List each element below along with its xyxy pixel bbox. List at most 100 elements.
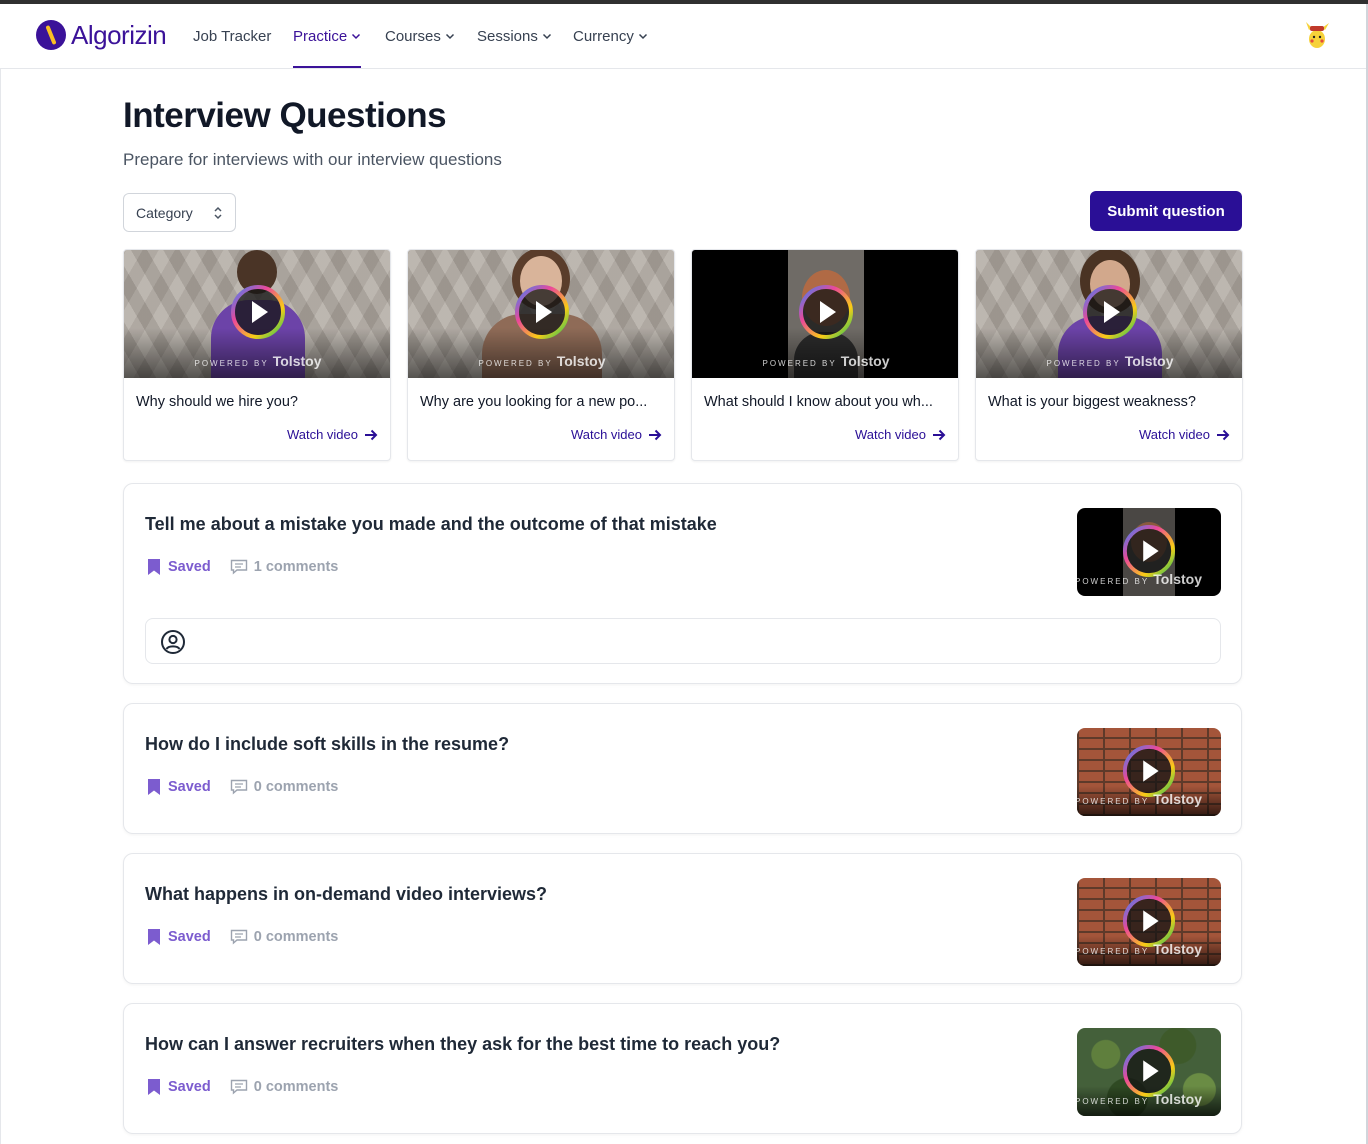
- chevron-down-icon: [445, 33, 454, 40]
- category-select-label: Category: [136, 204, 193, 221]
- question-video-thumbnail[interactable]: POWERED BY Tolstoy: [1077, 878, 1221, 966]
- comments-label: 1 comments: [253, 559, 339, 575]
- page-subtitle: Prepare for interviews with our intervie…: [123, 150, 502, 169]
- comment-icon: [230, 559, 247, 575]
- question-card[interactable]: How do I include soft skills in the resu…: [123, 703, 1242, 834]
- powered-by-watermark: POWERED BY Tolstoy: [1077, 941, 1202, 957]
- pikachu-avatar-icon[interactable]: [1302, 20, 1332, 50]
- play-icon[interactable]: [1082, 284, 1138, 340]
- watch-video-link[interactable]: Watch video: [855, 427, 946, 442]
- chevron-down-icon: [352, 33, 361, 40]
- window-left-edge: [0, 4, 1, 1144]
- powered-by-watermark: POWERED BY Tolstoy: [1077, 791, 1202, 807]
- logo[interactable]: Algorizin: [36, 18, 167, 52]
- play-icon[interactable]: [1122, 894, 1176, 948]
- comment-input[interactable]: [145, 618, 1221, 664]
- question-meta: Saved 1 comments: [146, 558, 338, 576]
- question-title[interactable]: How do I include soft skills in the resu…: [145, 734, 509, 755]
- watch-video-link[interactable]: Watch video: [1139, 427, 1230, 442]
- arrow-right-icon: [933, 429, 946, 440]
- question-title[interactable]: How can I answer recruiters when they as…: [145, 1034, 780, 1055]
- video-card[interactable]: POWERED BY Tolstoy Why are you looking fo…: [407, 249, 675, 461]
- comments-button[interactable]: 0 comments: [230, 779, 339, 795]
- watch-video-link[interactable]: Watch video: [571, 427, 662, 442]
- video-card[interactable]: POWERED BY Tolstoy What should I know abo…: [691, 249, 959, 461]
- page-title: Interview Questions: [123, 96, 447, 135]
- powered-by-watermark: POWERED BY Tolstoy: [1046, 353, 1174, 369]
- video-card-title: What is your biggest weakness?: [988, 394, 1196, 410]
- play-icon[interactable]: [1122, 1044, 1176, 1098]
- question-video-thumbnail[interactable]: POWERED BY Tolstoy: [1077, 728, 1221, 816]
- saved-button[interactable]: Saved: [146, 928, 211, 946]
- saved-label: Saved: [168, 929, 211, 945]
- play-icon[interactable]: [230, 284, 286, 340]
- question-video-thumbnail[interactable]: POWERED BY Tolstoy: [1077, 1028, 1221, 1116]
- watch-video-label: Watch video: [570, 427, 642, 442]
- arrow-right-icon: [365, 429, 378, 440]
- bookmark-icon: [148, 929, 160, 945]
- video-thumbnail[interactable]: POWERED BY Tolstoy: [692, 250, 958, 378]
- video-card[interactable]: POWERED BY Tolstoy Why should we hire you…: [123, 249, 391, 461]
- powered-by-watermark: POWERED BY Tolstoy: [478, 353, 606, 369]
- powered-by-watermark: POWERED BY Tolstoy: [1077, 1091, 1202, 1107]
- question-meta: Saved 0 comments: [146, 928, 338, 946]
- saved-button[interactable]: Saved: [146, 558, 211, 576]
- question-meta: Saved 0 comments: [146, 1078, 338, 1096]
- question-meta: Saved 0 comments: [146, 778, 338, 796]
- nav-item-label: Sessions: [477, 27, 538, 45]
- saved-label: Saved: [168, 1079, 211, 1095]
- video-card[interactable]: POWERED BY Tolstoy What is your biggest w…: [975, 249, 1243, 461]
- arrow-right-icon: [649, 429, 662, 440]
- select-arrows-icon: [214, 206, 222, 220]
- question-title[interactable]: Tell me about a mistake you made and the…: [145, 514, 717, 535]
- question-card[interactable]: What happens in on-demand video intervie…: [123, 853, 1242, 984]
- play-icon[interactable]: [1122, 744, 1176, 798]
- submit-question-button[interactable]: Submit question: [1090, 191, 1242, 231]
- question-card[interactable]: How can I answer recruiters when they as…: [123, 1003, 1242, 1134]
- saved-button[interactable]: Saved: [146, 1078, 211, 1096]
- nav-item-courses[interactable]: Courses: [385, 4, 455, 68]
- saved-label: Saved: [168, 559, 211, 575]
- saved-label: Saved: [168, 779, 211, 795]
- play-icon[interactable]: [798, 284, 854, 340]
- nav-item-label: Practice: [293, 27, 348, 45]
- logo-icon: [36, 20, 66, 50]
- user-circle-icon: [161, 630, 185, 654]
- video-thumbnail[interactable]: POWERED BY Tolstoy: [408, 250, 674, 378]
- play-icon[interactable]: [514, 284, 570, 340]
- comment-icon: [230, 779, 247, 795]
- question-card[interactable]: Tell me about a mistake you made and the…: [123, 483, 1242, 684]
- play-icon[interactable]: [1122, 524, 1176, 578]
- nav-item-label: Courses: [385, 27, 441, 45]
- bookmark-icon: [148, 559, 160, 575]
- nav-item-label: Currency: [573, 27, 634, 45]
- saved-button[interactable]: Saved: [146, 778, 211, 796]
- powered-by-watermark: POWERED BY Tolstoy: [194, 353, 322, 369]
- bookmark-icon: [148, 779, 160, 795]
- comments-button[interactable]: 0 comments: [230, 1079, 339, 1095]
- watch-video-label: Watch video: [854, 427, 926, 442]
- nav-item-practice[interactable]: Practice: [293, 4, 362, 68]
- bookmark-icon: [148, 1079, 160, 1095]
- nav-item-job-tracker[interactable]: Job Tracker: [193, 4, 271, 68]
- comments-button[interactable]: 0 comments: [230, 929, 339, 945]
- chevron-down-icon: [542, 33, 551, 40]
- powered-by-watermark: POWERED BY Tolstoy: [1077, 571, 1202, 587]
- category-select[interactable]: Category: [123, 193, 236, 232]
- comments-label: 0 comments: [253, 1079, 339, 1095]
- watch-video-link[interactable]: Watch video: [287, 427, 378, 442]
- video-card-title: What should I know about you wh...: [704, 394, 933, 410]
- video-thumbnail[interactable]: POWERED BY Tolstoy: [124, 250, 390, 378]
- arrow-right-icon: [1217, 429, 1230, 440]
- comments-button[interactable]: 1 comments: [230, 559, 339, 575]
- video-thumbnail[interactable]: POWERED BY Tolstoy: [976, 250, 1242, 378]
- comments-label: 0 comments: [253, 929, 339, 945]
- question-video-thumbnail[interactable]: POWERED BY Tolstoy: [1077, 508, 1221, 596]
- comment-icon: [230, 929, 247, 945]
- logo-text: Algorizin: [71, 19, 167, 50]
- comments-label: 0 comments: [253, 779, 339, 795]
- chevron-down-icon: [638, 33, 647, 40]
- nav-item-currency[interactable]: Currency: [573, 4, 648, 68]
- nav-item-sessions[interactable]: Sessions: [477, 4, 552, 68]
- question-title[interactable]: What happens in on-demand video intervie…: [145, 884, 547, 905]
